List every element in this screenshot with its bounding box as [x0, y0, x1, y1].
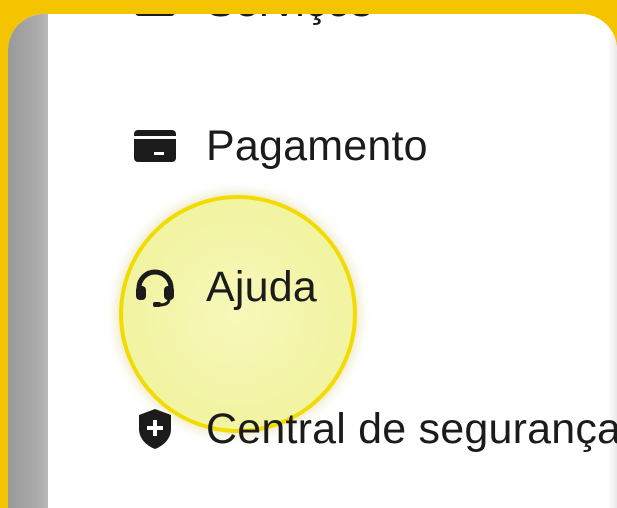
menu-item-label: Ajuda: [206, 262, 317, 311]
menu-item-central-seguranca[interactable]: Central de segurança: [124, 389, 617, 469]
shield-plus-icon: [124, 408, 186, 450]
headset-icon: [124, 266, 186, 308]
menu-item-label: Serviços: [206, 14, 372, 27]
menu-item-servicos[interactable]: Serviços: [124, 14, 372, 42]
overlay-shade: [8, 14, 48, 508]
screen-frame: Serviços Pagamento Ajuda: [8, 14, 617, 508]
menu-item-label: Pagamento: [206, 121, 428, 170]
menu-item-pagamento[interactable]: Pagamento: [124, 106, 428, 186]
wallet-icon: [124, 125, 186, 167]
menu-item-ajuda[interactable]: Ajuda: [124, 247, 317, 327]
menu-item-label: Central de segurança: [206, 404, 617, 453]
box-icon: [124, 14, 186, 23]
